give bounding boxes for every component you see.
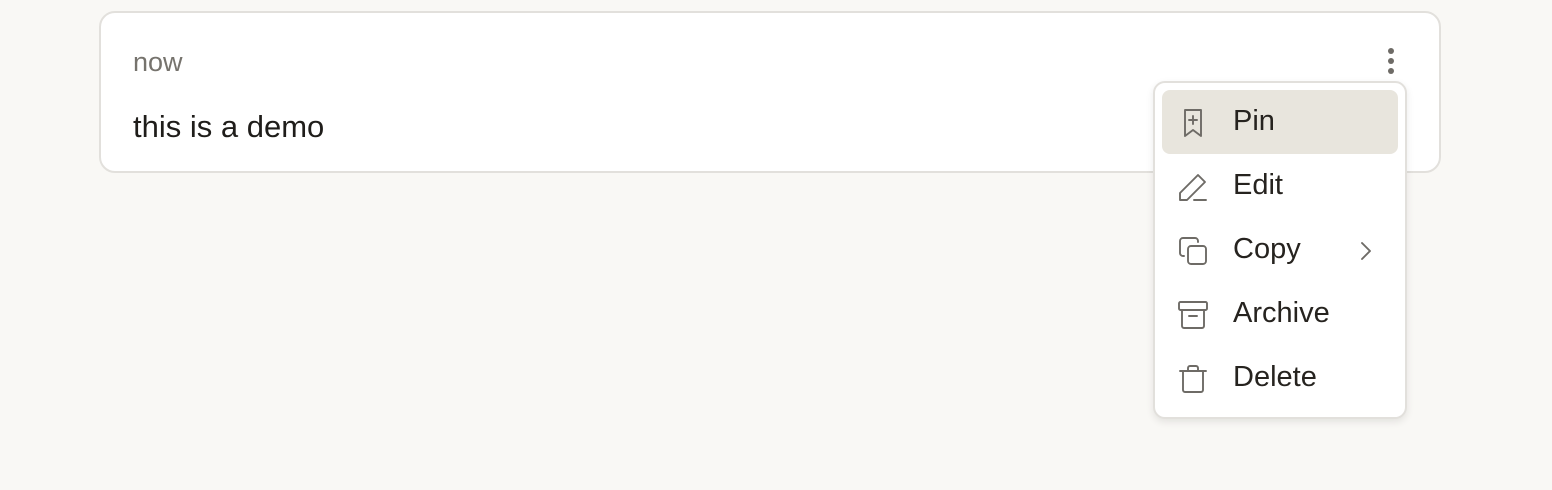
- menu-item-copy[interactable]: Copy: [1162, 218, 1398, 282]
- menu-item-label: Archive: [1233, 297, 1330, 329]
- menu-item-archive[interactable]: Archive: [1162, 282, 1398, 346]
- menu-item-edit[interactable]: Edit: [1162, 154, 1398, 218]
- more-vertical-icon: [1388, 48, 1394, 74]
- copy-icon: [1179, 237, 1207, 265]
- pencil-icon: [1179, 174, 1207, 201]
- archive-icon: [1178, 301, 1208, 329]
- menu-item-label: Delete: [1233, 361, 1317, 393]
- memo-timestamp: now: [133, 47, 183, 77]
- menu-item-label: Edit: [1233, 169, 1283, 201]
- menu-item-delete[interactable]: Delete: [1162, 346, 1398, 410]
- memo-actions-menu: Pin Edit Copy Archive Delete: [1153, 81, 1407, 419]
- memo-list: now this is a demo Pin Edit Copy Archive…: [0, 0, 1552, 490]
- memo-content: this is a demo: [133, 109, 325, 144]
- chevron-right-icon: [1361, 242, 1371, 260]
- more-options-button[interactable]: [1373, 43, 1409, 79]
- trash-icon: [1179, 365, 1207, 393]
- menu-item-label: Copy: [1233, 233, 1301, 265]
- menu-item-pin[interactable]: Pin: [1162, 90, 1398, 154]
- menu-item-label: Pin: [1233, 105, 1275, 137]
- bookmark-plus-icon: [1184, 109, 1202, 137]
